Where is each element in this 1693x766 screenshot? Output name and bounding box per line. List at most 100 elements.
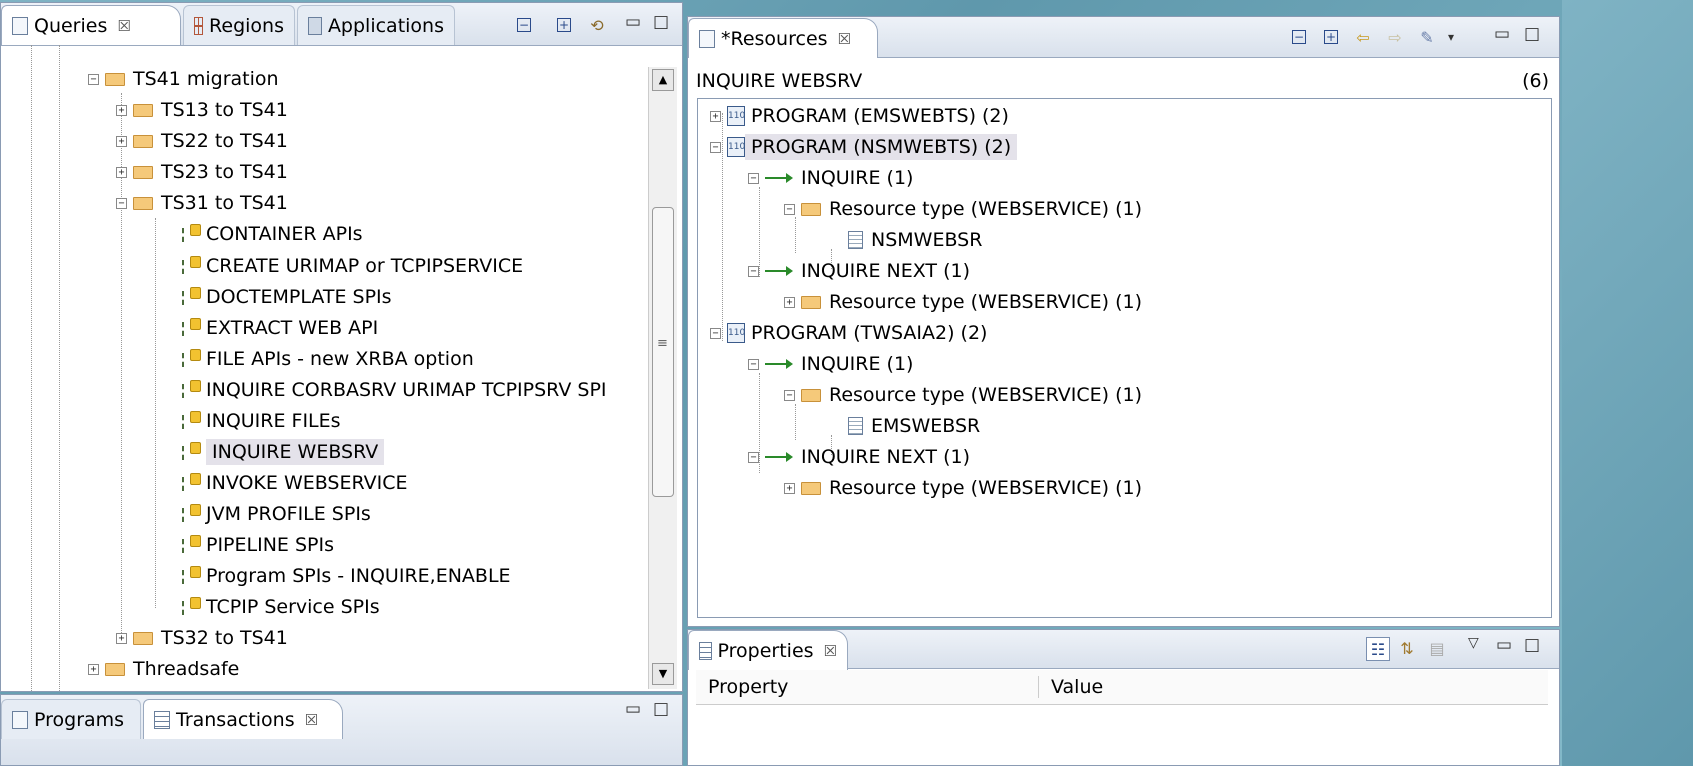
tree-item-call[interactable]: − INQUIRE NEXT (1) bbox=[748, 442, 970, 472]
expand-icon[interactable]: + bbox=[116, 135, 127, 147]
call-arrow-icon bbox=[765, 451, 795, 463]
query-item[interactable]: DOCTEMPLATE SPIs bbox=[182, 282, 392, 312]
expand-icon[interactable]: + bbox=[116, 166, 127, 178]
show-categories-icon[interactable]: ☷ bbox=[1366, 637, 1390, 661]
collapse-icon[interactable]: − bbox=[748, 451, 759, 463]
scroll-down-button[interactable]: ▼ bbox=[652, 663, 674, 685]
tree-item-program-selected[interactable]: − 110 PROGRAM (NSMWEBTS) (2) bbox=[710, 132, 1018, 162]
expand-all-icon[interactable]: + bbox=[1320, 26, 1342, 48]
query-item-selected[interactable]: INQUIRE WEBSRV bbox=[182, 437, 385, 467]
tree-item-resource[interactable]: NSMWEBSR bbox=[848, 225, 982, 255]
collapse-icon[interactable]: − bbox=[748, 358, 759, 370]
tree-item-label: PROGRAM (NSMWEBTS) (2) bbox=[745, 134, 1018, 160]
call-arrow-icon bbox=[765, 358, 795, 370]
close-icon[interactable]: ☒ bbox=[305, 711, 318, 729]
collapse-icon[interactable]: − bbox=[784, 203, 795, 215]
edit-icon[interactable]: ✎ bbox=[1416, 26, 1438, 48]
tree-item-label: TS22 to TS41 bbox=[161, 130, 288, 152]
tree-item-label: INQUIRE NEXT (1) bbox=[801, 446, 970, 468]
tree-item-call[interactable]: − INQUIRE (1) bbox=[748, 163, 913, 193]
tree-item[interactable]: + TS32 to TS41 bbox=[116, 623, 288, 653]
expand-icon[interactable]: + bbox=[116, 104, 127, 116]
tab-properties[interactable]: Properties ☒ bbox=[688, 630, 848, 670]
column-header-property[interactable]: Property bbox=[696, 676, 1039, 698]
tab-programs[interactable]: Programs bbox=[1, 699, 141, 739]
collapse-icon[interactable]: − bbox=[116, 197, 127, 209]
tab-regions[interactable]: Regions bbox=[183, 5, 295, 45]
query-item[interactable]: FILE APIs - new XRBA option bbox=[182, 344, 474, 374]
query-item[interactable]: INQUIRE FILEs bbox=[182, 406, 341, 436]
tree-item-call[interactable]: − INQUIRE (1) bbox=[748, 349, 913, 379]
tab-transactions[interactable]: Transactions ☒ bbox=[143, 699, 343, 739]
call-arrow-icon bbox=[765, 265, 795, 277]
tree-item-label: INQUIRE NEXT (1) bbox=[801, 260, 970, 282]
query-item[interactable]: INVOKE WEBSERVICE bbox=[182, 468, 408, 498]
collapse-icon[interactable]: − bbox=[710, 327, 721, 339]
query-item[interactable]: JVM PROFILE SPIs bbox=[182, 499, 371, 529]
query-item[interactable]: TCPIP Service SPIs bbox=[182, 592, 380, 622]
expand-icon[interactable]: + bbox=[784, 296, 795, 308]
close-icon[interactable]: ☒ bbox=[117, 17, 130, 35]
tab-applications[interactable]: Applications bbox=[297, 5, 455, 45]
collapse-icon[interactable]: − bbox=[784, 389, 795, 401]
tree-item[interactable]: + TS13 to TS41 bbox=[116, 95, 288, 125]
tree-item-program[interactable]: + 110 PROGRAM (EMSWEBTS) (2) bbox=[710, 101, 1009, 131]
tree-item[interactable]: + Threadsafe bbox=[88, 654, 239, 684]
collapse-all-icon[interactable]: − bbox=[1288, 26, 1310, 48]
minimize-icon[interactable]: ▭ bbox=[1496, 635, 1512, 655]
tree-item-call[interactable]: − INQUIRE NEXT (1) bbox=[748, 256, 970, 286]
scroll-up-button[interactable]: ▲ bbox=[652, 69, 674, 91]
minimize-icon[interactable]: ▭ bbox=[625, 699, 641, 719]
tab-resources[interactable]: *Resources ☒ bbox=[688, 18, 878, 58]
tree-item-resource-type[interactable]: + Resource type (WEBSERVICE) (1) bbox=[784, 473, 1142, 503]
tree-item-resource-type[interactable]: + Resource type (WEBSERVICE) (1) bbox=[784, 287, 1142, 317]
restore-default-icon[interactable]: ▤ bbox=[1426, 637, 1448, 659]
expand-icon[interactable]: + bbox=[88, 663, 99, 675]
expand-icon[interactable]: + bbox=[710, 110, 721, 122]
maximize-icon[interactable]: □ bbox=[1524, 24, 1540, 44]
tree-item[interactable]: + TS22 to TS41 bbox=[116, 126, 288, 156]
query-item[interactable]: CREATE URIMAP or TCPIPSERVICE bbox=[182, 251, 523, 281]
query-item[interactable]: CONTAINER APIs bbox=[182, 219, 363, 249]
view-menu-icon[interactable]: ▽ bbox=[1468, 635, 1479, 651]
maximize-icon[interactable]: □ bbox=[653, 12, 669, 32]
queries-panel: Queries ☒ Regions Applications − + ⟲ ▭ □… bbox=[0, 2, 683, 692]
link-editor-icon[interactable]: ⟲ bbox=[586, 14, 608, 36]
vertical-scrollbar[interactable]: ▲ ≡ ▼ bbox=[648, 67, 677, 689]
tree-item[interactable]: − TS41 migration bbox=[88, 64, 279, 94]
collapse-icon[interactable]: − bbox=[710, 141, 721, 153]
back-icon[interactable]: ⇦ bbox=[1352, 26, 1374, 48]
close-icon[interactable]: ☒ bbox=[838, 30, 851, 48]
collapse-all-icon[interactable]: − bbox=[513, 14, 535, 36]
grip-icon: ≡ bbox=[657, 336, 668, 351]
query-item[interactable]: EXTRACT WEB API bbox=[182, 313, 378, 343]
maximize-icon[interactable]: □ bbox=[1524, 635, 1540, 655]
expand-all-icon[interactable]: + bbox=[553, 14, 575, 36]
tree-item-resource[interactable]: EMSWEBSR bbox=[848, 411, 980, 441]
expand-icon[interactable]: + bbox=[116, 632, 127, 644]
tree-item-label: TS31 to TS41 bbox=[161, 192, 288, 214]
collapse-icon[interactable]: − bbox=[88, 73, 99, 85]
show-advanced-icon[interactable]: ⇅ bbox=[1396, 637, 1418, 659]
query-item[interactable]: PIPELINE SPIs bbox=[182, 530, 334, 560]
expand-icon[interactable]: + bbox=[784, 482, 795, 494]
minimize-icon[interactable]: ▭ bbox=[1494, 24, 1510, 44]
tree-item[interactable]: + TS23 to TS41 bbox=[116, 157, 288, 187]
minimize-icon[interactable]: ▭ bbox=[625, 12, 641, 32]
query-item[interactable]: Program SPIs - INQUIRE,ENABLE bbox=[182, 561, 511, 591]
collapse-icon[interactable]: − bbox=[748, 172, 759, 184]
forward-icon[interactable]: ⇨ bbox=[1384, 26, 1406, 48]
query-item[interactable]: INQUIRE CORBASRV URIMAP TCPIPSRV SPI bbox=[182, 375, 607, 405]
tree-item-resource-type[interactable]: − Resource type (WEBSERVICE) (1) bbox=[784, 194, 1142, 224]
tab-queries[interactable]: Queries ☒ bbox=[1, 5, 181, 45]
tree-item[interactable]: − TS31 to TS41 bbox=[116, 188, 288, 218]
query-label: CONTAINER APIs bbox=[206, 223, 363, 245]
tree-item-program[interactable]: − 110 PROGRAM (TWSAIA2) (2) bbox=[710, 318, 987, 348]
tree-item-resource-type[interactable]: − Resource type (WEBSERVICE) (1) bbox=[784, 380, 1142, 410]
collapse-icon[interactable]: − bbox=[748, 265, 759, 277]
menu-icon[interactable]: ▾ bbox=[1440, 26, 1462, 48]
scrollbar-thumb[interactable]: ≡ bbox=[652, 207, 674, 497]
close-icon[interactable]: ☒ bbox=[824, 642, 837, 660]
column-header-value[interactable]: Value bbox=[1039, 676, 1103, 698]
maximize-icon[interactable]: □ bbox=[653, 699, 669, 719]
